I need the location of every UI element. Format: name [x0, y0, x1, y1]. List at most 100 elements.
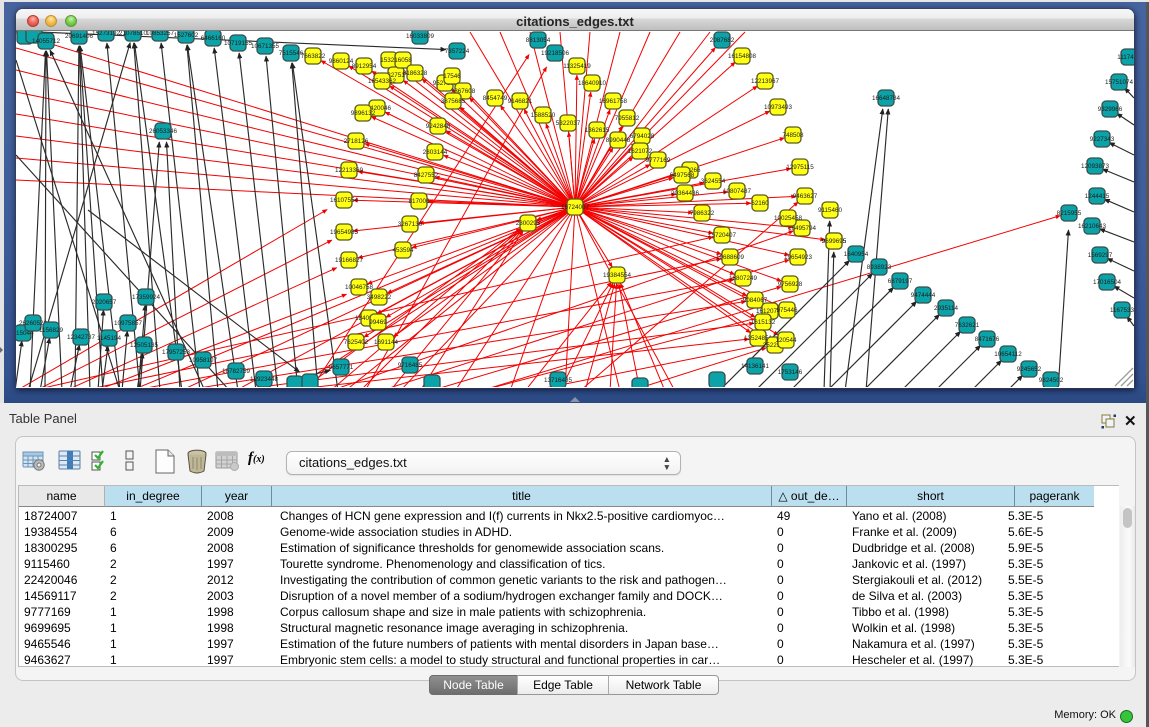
svg-text:8471676: 8471676: [975, 336, 1000, 343]
svg-text:9657771: 9657771: [329, 364, 354, 371]
svg-text:19166827: 19166827: [335, 257, 364, 264]
svg-text:7955812: 7955812: [615, 115, 640, 122]
svg-text:120544: 120544: [775, 337, 797, 344]
svg-text:99469: 99469: [369, 319, 387, 326]
svg-text:2935114: 2935114: [934, 305, 959, 312]
svg-text:1621072: 1621072: [628, 148, 653, 155]
svg-text:10671355: 10671355: [251, 43, 280, 50]
svg-text:1244415: 1244415: [1085, 193, 1110, 200]
svg-text:12213369: 12213369: [335, 167, 364, 174]
svg-text:10025458: 10025458: [774, 215, 803, 222]
svg-text:817006: 817006: [408, 198, 430, 205]
svg-text:10975857: 10975857: [114, 320, 143, 327]
svg-text:9860124: 9860124: [329, 58, 354, 65]
svg-text:9146821: 9146821: [508, 98, 533, 105]
svg-text:8990448: 8990448: [606, 137, 631, 144]
svg-text:14136141: 14136141: [741, 363, 770, 370]
svg-text:9474444: 9474444: [911, 292, 936, 299]
svg-text:12505135: 12505135: [130, 342, 159, 349]
svg-text:11325419: 11325419: [563, 63, 591, 70]
svg-text:16058: 16058: [394, 57, 412, 64]
svg-text:7663822: 7663822: [301, 53, 326, 60]
svg-text:8427552: 8427552: [414, 172, 439, 179]
svg-text:10958107: 10958107: [189, 357, 218, 364]
svg-text:3624554: 3624554: [701, 178, 726, 185]
svg-text:19384554: 19384554: [603, 272, 632, 279]
svg-text:7625402: 7625402: [344, 339, 369, 346]
svg-text:1691144: 1691144: [374, 339, 399, 346]
svg-text:17546: 17546: [443, 73, 461, 80]
svg-text:7986322: 7986322: [690, 210, 715, 217]
svg-text:1753146: 1753146: [778, 369, 803, 376]
svg-text:9777169: 9777169: [646, 157, 671, 164]
svg-text:1527602: 1527602: [174, 32, 199, 39]
svg-text:2020657: 2020657: [92, 299, 117, 306]
svg-text:12975115: 12975115: [786, 164, 814, 171]
svg-text:6497568: 6497568: [670, 172, 695, 179]
svg-text:1117404: 1117404: [1117, 54, 1134, 61]
svg-text:9227343: 9227343: [1090, 136, 1115, 143]
svg-text:975446: 975446: [776, 307, 798, 314]
svg-text:19218506: 19218506: [541, 50, 570, 57]
svg-text:12923448: 12923448: [250, 376, 279, 383]
svg-text:16961758: 16961758: [599, 98, 628, 105]
svg-text:9245652: 9245652: [1017, 366, 1042, 373]
svg-text:12093873: 12093873: [1081, 163, 1110, 170]
svg-text:19654923: 19654923: [784, 254, 813, 261]
svg-text:17016504: 17016504: [1093, 279, 1122, 286]
svg-text:7357224: 7357224: [445, 48, 470, 55]
svg-text:18724007: 18724007: [561, 204, 590, 211]
svg-text:20691406: 20691406: [65, 33, 94, 40]
svg-text:9242848: 9242848: [426, 123, 451, 130]
svg-text:3267130: 3267130: [398, 221, 423, 228]
svg-text:748508: 748508: [782, 132, 804, 139]
svg-text:8813054: 8813054: [526, 37, 551, 44]
svg-text:9463627: 9463627: [793, 193, 818, 200]
svg-text:15720407: 15720407: [708, 232, 737, 239]
svg-text:9716485: 9716485: [398, 362, 423, 369]
svg-text:10719155: 10719155: [224, 40, 253, 47]
svg-text:15273192: 15273192: [92, 31, 121, 37]
svg-text:1640954: 1640954: [844, 251, 869, 258]
svg-text:17359924: 17359924: [132, 294, 161, 301]
svg-text:9699695: 9699695: [822, 238, 847, 245]
svg-text:16154808: 16154808: [728, 53, 757, 60]
svg-text:10654112: 10654112: [994, 351, 1022, 358]
svg-text:10807487: 10807487: [723, 188, 752, 195]
svg-text:10853257: 10853257: [146, 31, 175, 37]
svg-text:1615132: 1615132: [751, 319, 776, 326]
svg-text:12342737: 12342737: [67, 334, 96, 341]
svg-text:6794028: 6794028: [630, 133, 655, 140]
svg-text:8186328: 8186328: [403, 70, 428, 77]
svg-text:16648784: 16648784: [872, 95, 901, 102]
svg-text:1569297: 1569297: [1088, 252, 1113, 259]
svg-text:16210643: 16210643: [1078, 223, 1107, 230]
svg-text:1362615: 1362615: [585, 127, 610, 134]
svg-text:18640910: 18640910: [578, 80, 607, 87]
svg-text:21078510: 21078510: [119, 31, 148, 37]
svg-text:10973493: 10973493: [764, 104, 793, 111]
svg-text:16107554: 16107554: [330, 197, 359, 204]
svg-text:8912954: 8912954: [352, 63, 377, 70]
svg-text:9756928: 9756928: [778, 281, 803, 288]
svg-text:1588520: 1588520: [531, 112, 556, 119]
svg-text:2300293: 2300293: [516, 220, 541, 227]
svg-text:13716485: 13716485: [544, 377, 573, 384]
svg-text:9824502: 9824502: [1039, 377, 1064, 384]
svg-text:8938923: 8938923: [867, 264, 892, 271]
svg-text:3875685: 3875685: [441, 98, 466, 105]
svg-text:9329966: 9329966: [1098, 106, 1123, 113]
svg-text:18807249: 18807249: [729, 275, 758, 282]
svg-text:6466160: 6466160: [201, 35, 226, 42]
svg-text:1167533: 1167533: [1110, 307, 1134, 314]
svg-text:9115460: 9115460: [818, 207, 843, 214]
svg-text:16543362: 16543362: [368, 78, 397, 85]
svg-text:5322037: 5322037: [556, 120, 581, 127]
svg-text:62160: 62160: [751, 200, 769, 207]
svg-text:10688609: 10688609: [716, 254, 745, 261]
svg-text:20364436: 20364436: [671, 190, 700, 197]
svg-text:1145194: 1145194: [97, 335, 122, 342]
svg-text:1156829: 1156829: [39, 327, 64, 334]
svg-text:2803144: 2803144: [423, 149, 448, 156]
svg-text:17957253: 17957253: [162, 349, 191, 356]
